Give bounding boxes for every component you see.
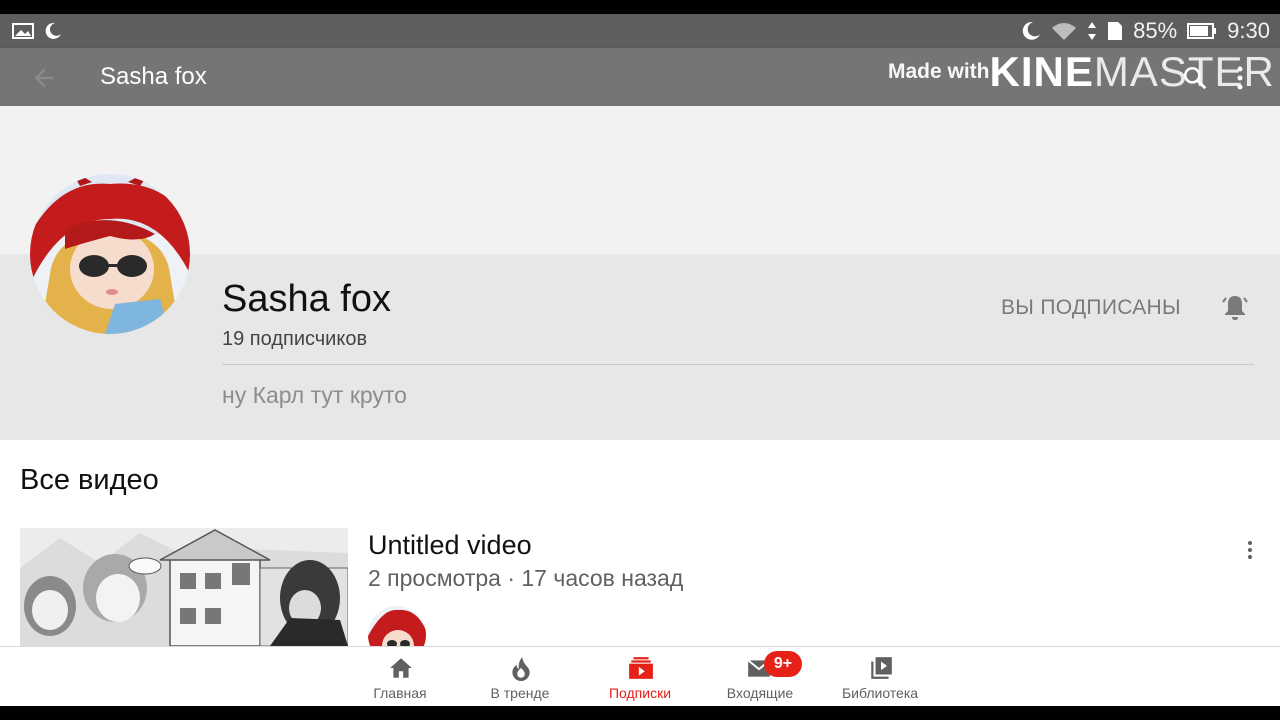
subscriptions-icon: [629, 657, 653, 679]
moon-icon: [45, 22, 61, 39]
nav-library-label: Библиотека: [841, 685, 919, 701]
nav-home-label: Главная: [373, 685, 427, 701]
watermark-made-with: Made with: [888, 60, 990, 83]
nav-subscriptions-label: Подписки: [608, 685, 672, 701]
back-arrow-icon[interactable]: [30, 64, 58, 92]
subscribed-button[interactable]: ВЫ ПОДПИСАНЫ: [1001, 296, 1181, 320]
channel-info-panel: [0, 254, 1280, 440]
data-transfer-icon: [1088, 22, 1097, 40]
screen: 85% 9:30 Sasha fox Made withKINEMASTER S…: [0, 14, 1280, 706]
video-title[interactable]: Untitled video: [368, 530, 532, 561]
video-meta: 2 просмотра · 17 часов назад: [368, 565, 684, 591]
watermark-brand-bold: KINE: [989, 48, 1094, 95]
all-videos-heading: Все видео: [20, 464, 159, 496]
battery-icon: [1187, 23, 1217, 39]
status-bar: 85% 9:30: [0, 14, 1280, 48]
trending-icon: [512, 657, 530, 681]
gallery-notification-icon: [12, 23, 34, 39]
bottom-navigation: Главная В тренде Подписки 9+ Входящие Би…: [0, 646, 1280, 706]
notification-bell-icon[interactable]: [1220, 292, 1250, 322]
wifi-icon: [1052, 23, 1077, 40]
video-thumbnail[interactable]: [20, 528, 348, 646]
search-icon[interactable]: [1182, 65, 1208, 91]
home-icon: [390, 658, 412, 678]
app-bar-title: Sasha fox: [100, 63, 207, 90]
nav-trending[interactable]: В тренде: [460, 647, 580, 706]
nav-inbox-label: Входящие: [726, 685, 794, 701]
divider: [222, 364, 1254, 365]
video-more-vert-icon[interactable]: [1242, 538, 1258, 562]
channel-avatar[interactable]: [30, 174, 190, 334]
nav-home[interactable]: Главная: [340, 647, 460, 706]
moon-icon: [1022, 21, 1041, 40]
nav-trending-label: В тренде: [490, 685, 550, 701]
channel-name: Sasha fox: [222, 278, 391, 320]
subscriber-count: 19 подписчиков: [222, 328, 368, 350]
battery-percent: 85%: [1133, 18, 1178, 43]
kinemaster-watermark: Made withKINEMASTER: [888, 48, 1275, 96]
channel-banner: [0, 106, 1280, 254]
library-icon: [871, 657, 892, 679]
more-vert-icon[interactable]: [1228, 64, 1252, 92]
sim-icon: [1108, 22, 1123, 40]
channel-description: ну Карл тут круто: [222, 382, 407, 408]
nav-subscriptions[interactable]: Подписки: [580, 647, 700, 706]
inbox-badge: 9+: [764, 651, 802, 677]
nav-inbox[interactable]: 9+ Входящие: [700, 647, 820, 706]
clock: 9:30: [1227, 18, 1270, 43]
nav-library[interactable]: Библиотека: [820, 647, 940, 706]
app-bar: Sasha fox Made withKINEMASTER: [0, 48, 1280, 106]
